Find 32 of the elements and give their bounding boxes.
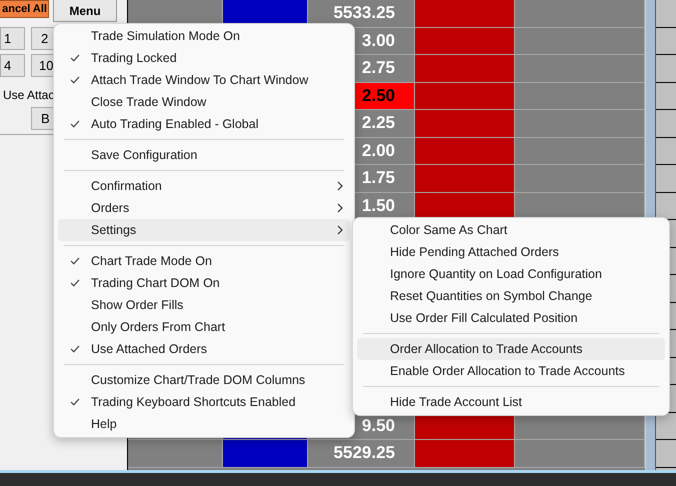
checkmark-icon	[70, 54, 80, 62]
menu-item[interactable]: Trading Keyboard Shortcuts Enabled	[58, 391, 350, 413]
price-cell: 5529.25	[308, 440, 415, 468]
attached-orders-label: Use Attac	[3, 88, 54, 102]
chevron-right-icon	[337, 181, 343, 191]
quantity-button[interactable]: 4	[0, 54, 25, 77]
checkmark-icon	[70, 279, 80, 287]
menu-item[interactable]: Use Attached Orders	[58, 338, 350, 360]
checkmark-icon	[70, 120, 80, 128]
menu-item[interactable]: Reset Quantities on Symbol Change	[357, 285, 665, 307]
menu-item[interactable]: Hide Trade Account List	[357, 391, 665, 413]
chevron-right-icon	[337, 203, 343, 213]
menu-item[interactable]: Chart Trade Mode On	[58, 250, 350, 272]
menu-item[interactable]: Ignore Quantity on Load Configuration	[357, 263, 665, 285]
checkmark-icon	[70, 257, 80, 265]
checkmark-icon	[70, 398, 80, 406]
chevron-right-icon	[337, 225, 343, 235]
quantity-button[interactable]: 1	[0, 27, 25, 50]
menu-item[interactable]: Order Allocation to Trade Accounts	[357, 338, 665, 360]
checkmark-icon	[70, 76, 80, 84]
menu-item[interactable]: Settings	[58, 219, 350, 241]
menu-item[interactable]: Hide Pending Attached Orders	[357, 241, 665, 263]
cancel-all-button[interactable]: ancel All	[0, 0, 49, 18]
menu-item[interactable]: Trading Chart DOM On	[58, 272, 350, 294]
menu-item[interactable]: Enable Order Allocation to Trade Accounts	[357, 360, 665, 382]
menu-item[interactable]: Customize Chart/Trade DOM Columns	[58, 369, 350, 391]
menu-item[interactable]: Show Order Fills	[58, 294, 350, 316]
menu-item[interactable]: Color Same As Chart	[357, 219, 665, 241]
menu-item[interactable]: Use Order Fill Calculated Position	[357, 307, 665, 329]
menu-button[interactable]: Menu	[53, 0, 117, 22]
checkmark-icon	[70, 345, 80, 353]
menu-item[interactable]: Only Orders From Chart	[58, 316, 350, 338]
